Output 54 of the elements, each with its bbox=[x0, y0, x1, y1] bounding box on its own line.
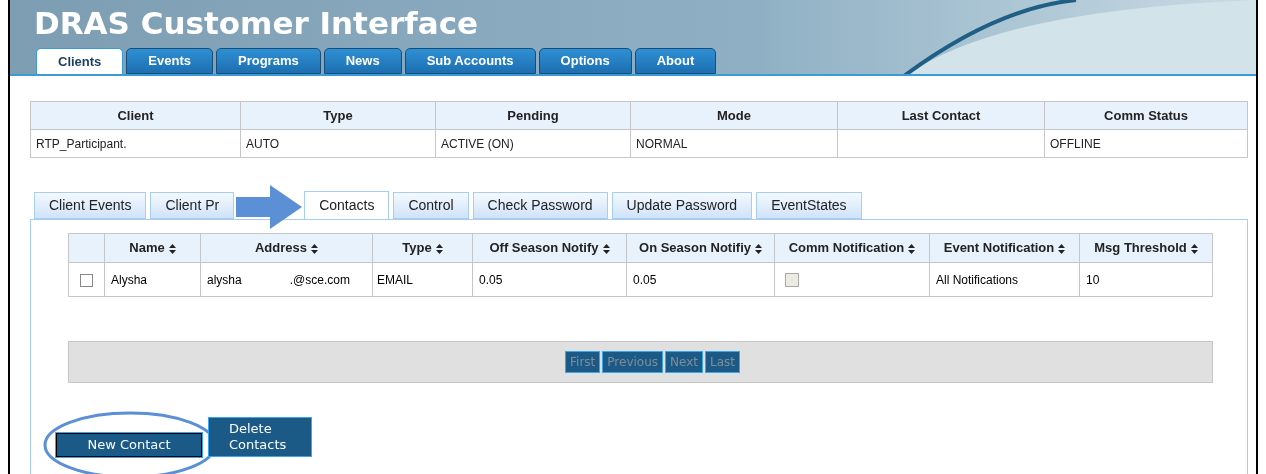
column-header[interactable]: Address bbox=[200, 233, 373, 263]
table-cell: NORMAL bbox=[630, 129, 838, 158]
column-header: Type bbox=[240, 101, 436, 130]
column-header: Client bbox=[30, 101, 241, 130]
table-cell: RTP_Participant. bbox=[30, 129, 241, 158]
action-button[interactable]: Delete Contacts bbox=[208, 417, 312, 457]
content-tab[interactable]: Contacts bbox=[304, 191, 390, 219]
table-cell: EMAIL bbox=[372, 262, 473, 297]
nav-tab[interactable]: Events bbox=[126, 48, 213, 74]
column-header[interactable]: On Season Notifiy bbox=[626, 233, 775, 263]
nav-tab[interactable]: About bbox=[634, 48, 717, 74]
app-title: DRAS Customer Interface bbox=[34, 4, 479, 43]
sort-icon bbox=[311, 243, 318, 254]
table-cell: 0.05 bbox=[472, 262, 627, 297]
table-cell: All Notifications bbox=[929, 262, 1080, 297]
nav-tab[interactable]: Clients bbox=[36, 48, 124, 74]
sort-icon bbox=[755, 243, 762, 254]
sort-icon bbox=[1190, 243, 1198, 254]
sort-icon bbox=[435, 243, 443, 254]
column-header[interactable]: Name bbox=[104, 233, 201, 263]
address-text: .@sce.com bbox=[289, 272, 350, 287]
column-header[interactable]: Type bbox=[372, 233, 473, 263]
nav-tab[interactable]: Options bbox=[538, 48, 632, 74]
content-tab[interactable]: EventStates bbox=[756, 192, 862, 219]
table-cell: Alysha bbox=[104, 262, 201, 297]
sort-icon bbox=[602, 243, 610, 254]
nav-tab[interactable]: Programs bbox=[216, 48, 321, 74]
content-tab[interactable]: Update Password bbox=[611, 192, 753, 219]
sort-icon bbox=[1058, 243, 1066, 254]
content-tab[interactable]: Check Password bbox=[472, 192, 608, 219]
table-cell: 10 bbox=[1079, 262, 1213, 297]
content-tab[interactable]: Control bbox=[393, 192, 469, 219]
column-header[interactable]: Comm Notification bbox=[774, 233, 930, 263]
nav-tab[interactable]: Sub Accounts bbox=[404, 48, 536, 74]
column-header: Comm Status bbox=[1044, 101, 1248, 130]
content-tab[interactable]: Client Events bbox=[34, 192, 147, 219]
content-tab[interactable]: Client Pr bbox=[150, 192, 235, 219]
table-cell: OFFLINE bbox=[1044, 129, 1248, 158]
sort-icon bbox=[908, 243, 916, 254]
column-header: Pending bbox=[435, 101, 631, 130]
sort-icon bbox=[168, 243, 176, 254]
column-header[interactable]: Event Notification bbox=[929, 233, 1080, 263]
column-header: Mode bbox=[630, 101, 838, 130]
column-header[interactable]: Off Season Notify bbox=[472, 233, 627, 263]
table-cell: ACTIVE (ON) bbox=[435, 129, 631, 158]
nav-tab[interactable]: News bbox=[323, 48, 402, 74]
column-header: Last Contact bbox=[837, 101, 1045, 130]
table-cell: 0.05 bbox=[626, 262, 775, 297]
column-header[interactable]: Msg Threshold bbox=[1079, 233, 1213, 263]
address-text: alysha bbox=[207, 272, 242, 287]
row-checkbox[interactable] bbox=[80, 273, 93, 287]
annotation-arrow bbox=[236, 185, 303, 229]
table-cell: AUTO bbox=[240, 129, 436, 158]
action-button[interactable]: New Contact bbox=[56, 433, 202, 457]
